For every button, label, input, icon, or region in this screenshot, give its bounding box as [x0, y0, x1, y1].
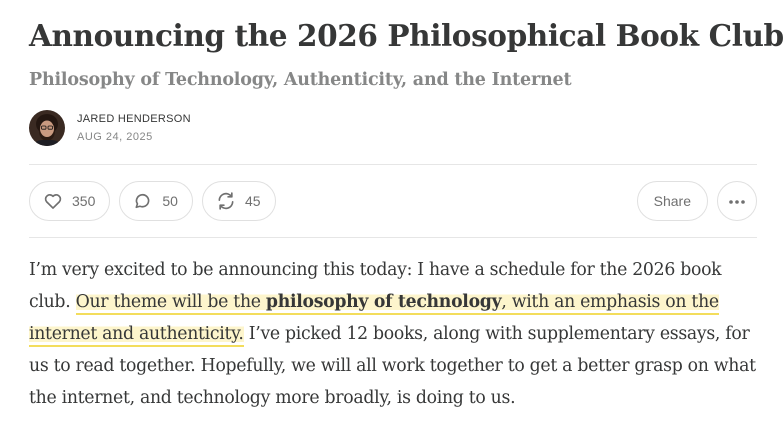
like-count: 350 — [72, 193, 96, 209]
refresh-arrows-icon — [215, 190, 237, 212]
share-button[interactable]: Share — [636, 181, 708, 221]
comment-button[interactable]: 50 — [119, 181, 193, 221]
post-action-bar: 350 50 45 Share — [29, 181, 757, 221]
speech-bubble-icon — [132, 190, 154, 212]
byline: JARED HENDERSON AUG 24, 2025 — [29, 110, 191, 146]
byline-text: JARED HENDERSON AUG 24, 2025 — [77, 111, 191, 145]
more-options-button[interactable] — [717, 181, 757, 221]
post-subtitle: Philosophy of Technology, Authenticity, … — [29, 70, 572, 90]
author-avatar[interactable] — [29, 110, 65, 146]
post-page: Announcing the 2026 Philosophical Book C… — [0, 0, 784, 428]
ellipsis-icon — [728, 192, 746, 210]
restack-count: 45 — [244, 193, 261, 209]
heart-icon — [42, 190, 64, 212]
divider — [29, 164, 757, 165]
restack-button[interactable]: 45 — [201, 181, 276, 221]
divider — [29, 237, 757, 238]
post-body-paragraph: I’m very excited to be announcing this t… — [29, 254, 757, 414]
comment-count: 50 — [162, 193, 178, 209]
post-title: Announcing the 2026 Philosophical Book C… — [29, 18, 784, 53]
post-date: AUG 24, 2025 — [77, 131, 153, 143]
bold-phrase: philosophy of technology — [265, 292, 502, 312]
like-button[interactable]: 350 — [29, 181, 111, 221]
share-label: Share — [653, 193, 691, 209]
author-name[interactable]: JARED HENDERSON — [77, 111, 191, 127]
